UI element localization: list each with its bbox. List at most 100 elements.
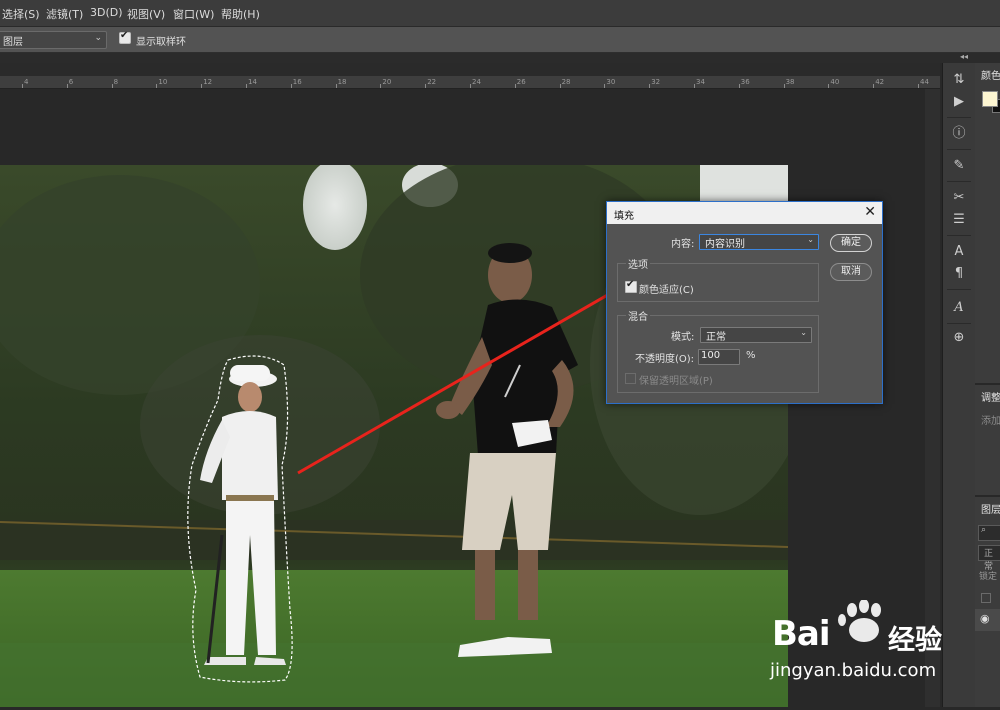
menu-help[interactable]: 帮助(H): [221, 6, 260, 22]
adjustments-panel-title: 调整: [981, 393, 1000, 404]
panel-gap: [0, 53, 1000, 63]
glyphs-icon[interactable]: A: [943, 297, 975, 319]
sample-layer-select[interactable]: 图层 ⌄: [0, 31, 107, 49]
ruler-tick-mark: [873, 84, 875, 88]
brush-icon[interactable]: ✂: [943, 187, 975, 209]
libraries-icon[interactable]: ⊕: [943, 327, 975, 349]
mode-select[interactable]: 正常 ⌄: [700, 327, 812, 343]
baidu-watermark: Bai 经验 jingyan.baidu.com: [770, 599, 1000, 707]
ruler-tick-mark: [694, 84, 695, 88]
adjustments-panel: 调整 添加: [975, 385, 1000, 495]
color-panel-title: 颜色: [981, 71, 1000, 82]
preserve-transparency-label: 保留透明区域(P): [639, 376, 713, 387]
show-ring-checkbox[interactable]: ✔: [119, 30, 131, 44]
ruler-tick-mark: [290, 84, 292, 88]
dialog-title: 填充: [614, 211, 634, 222]
ok-button[interactable]: 确定: [830, 234, 872, 252]
menu-select[interactable]: 选择(S): [2, 6, 40, 22]
properties-icon[interactable]: ☰: [943, 209, 975, 231]
foreground-color-swatch[interactable]: [982, 91, 998, 107]
blend-mode-select[interactable]: 正常: [978, 545, 1000, 572]
info-icon[interactable]: ⓘ: [943, 123, 975, 145]
search-icon: ⌕: [981, 525, 987, 535]
divider: [947, 149, 971, 150]
ruler-tick-mark: [828, 84, 830, 88]
ruler-tick-label: 10: [158, 78, 168, 86]
layers-panel-title: 图层: [981, 505, 1000, 516]
divider: [947, 289, 971, 290]
content-select[interactable]: 内容识别 ⌄: [699, 234, 819, 250]
play-icon[interactable]: ▶: [943, 91, 975, 113]
mode-value: 正常: [706, 332, 726, 343]
sample-layer-value: 图层: [3, 37, 23, 48]
menu-window[interactable]: 窗口(W): [173, 6, 214, 22]
content-label: 内容:: [671, 239, 695, 250]
menu-filter[interactable]: 滤镜(T): [46, 6, 83, 22]
preserve-transparency-checkbox[interactable]: [625, 373, 636, 384]
watermark-brand-cn: 经验: [888, 625, 942, 656]
divider: [947, 181, 971, 182]
ruler-tick-mark: [380, 84, 382, 88]
close-icon[interactable]: ✕: [864, 204, 876, 220]
history-icon[interactable]: ⇅: [943, 69, 975, 91]
menu-bar: 选择(S) 滤镜(T) 3D(D) 视图(V) 窗口(W) 帮助(H): [0, 0, 1000, 27]
sky-patch: [700, 165, 788, 205]
ruler-tick-label: 6: [68, 78, 74, 86]
ruler-tick-label: 8: [113, 78, 119, 86]
ruler-tick-mark: [604, 84, 606, 88]
divider: [947, 323, 971, 324]
ruler-tick-label: 24: [472, 78, 481, 86]
ruler-tick-label: 20: [382, 78, 392, 86]
divider: [947, 117, 971, 118]
ruler-tick-mark: [111, 84, 113, 88]
ruler-tick-label: 18: [337, 78, 347, 86]
options-group: 选项 ✔ 颜色适应(C): [617, 256, 819, 302]
watermark-brand: Bai: [772, 614, 831, 654]
ruler-tick-label: 34: [696, 78, 705, 86]
opacity-label: 不透明度(O):: [635, 354, 695, 365]
ruler-tick-mark: [738, 84, 740, 88]
color-panel: 颜色: [975, 63, 1000, 383]
ruler-tick-label: 36: [740, 78, 750, 86]
menu-3d[interactable]: 3D(D): [90, 6, 123, 19]
brush-presets-icon[interactable]: ✎: [943, 155, 975, 177]
character-icon[interactable]: A: [943, 241, 975, 263]
menu-view[interactable]: 视图(V): [127, 6, 165, 22]
ruler-tick-mark: [783, 84, 785, 88]
ruler-tick-label: 12: [203, 78, 213, 86]
ruler-tick-mark: [918, 84, 919, 88]
content-value: 内容识别: [705, 239, 745, 250]
adjustments-add-hint: 添加: [981, 416, 1000, 427]
ruler-tick-label: 42: [875, 78, 885, 86]
grass-band: [0, 643, 788, 707]
cancel-button[interactable]: 取消: [830, 263, 872, 281]
chevron-down-icon: ⌄: [800, 328, 807, 337]
chevron-down-icon: ⌄: [94, 33, 102, 43]
ruler-tick-label: 38: [785, 78, 795, 86]
layer-search-field[interactable]: ⌕: [978, 525, 1000, 541]
ruler-tick-mark: [514, 84, 516, 88]
ruler-tick-label: 28: [561, 78, 571, 86]
paragraph-icon[interactable]: ¶: [943, 263, 975, 285]
checkmark-icon: ✔: [626, 279, 635, 290]
opacity-input[interactable]: 100: [698, 349, 740, 365]
ruler-tick-mark: [470, 84, 471, 88]
document-tab-strip: [0, 63, 940, 76]
options-group-title: 选项: [626, 256, 650, 271]
ruler-tick-label: 4: [24, 78, 29, 86]
ruler-tick-mark: [246, 84, 247, 88]
ruler-tick-label: 30: [606, 78, 616, 86]
ruler-tick-mark: [66, 84, 68, 88]
collapse-panels-icon[interactable]: ◂◂: [960, 52, 968, 61]
show-ring-label: 显示取样环: [136, 37, 186, 48]
ruler-tick-mark: [335, 84, 337, 88]
chevron-down-icon: ⌄: [807, 235, 814, 244]
divider: [947, 235, 971, 236]
ruler-tick-label: 16: [292, 78, 302, 86]
ruler-tick-label: 26: [516, 78, 526, 86]
watermark-url: jingyan.baidu.com: [770, 660, 937, 681]
opacity-value: 100: [701, 350, 721, 361]
ruler-tick-label: 44: [920, 78, 929, 86]
mode-label: 模式:: [671, 332, 695, 343]
color-adapt-checkbox[interactable]: ✔: [625, 279, 637, 293]
